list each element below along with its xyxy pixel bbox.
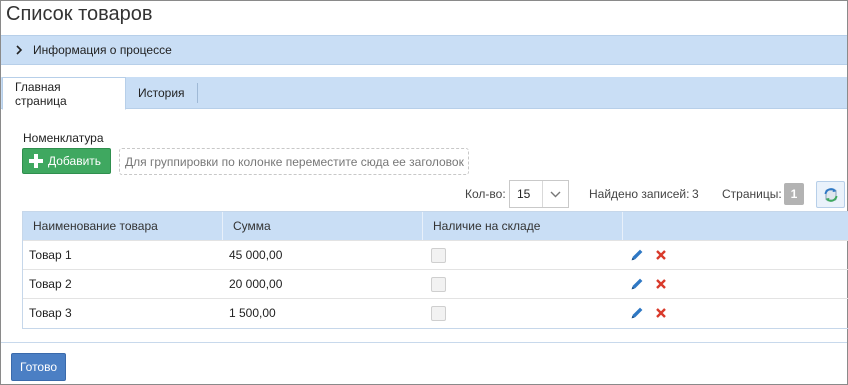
in-stock-checkbox[interactable] xyxy=(431,247,446,263)
items-table: Наименование товара Сумма Наличие на скл… xyxy=(22,211,848,329)
delete-cross-icon[interactable] xyxy=(655,249,667,261)
tab-main-page[interactable]: Главная страница xyxy=(2,77,126,110)
found-count: 3 xyxy=(692,187,699,201)
pager: Кол-во: 15 Найдено записей: 3 Страницы: … xyxy=(1,180,847,208)
nomenclature-label: Номенклатура xyxy=(23,131,104,145)
in-stock-checkbox[interactable] xyxy=(431,305,446,321)
cell-stock xyxy=(423,270,623,298)
chevron-right-icon xyxy=(15,45,25,55)
cell-name: Товар 1 xyxy=(29,248,72,262)
in-stock-checkbox[interactable] xyxy=(431,276,446,292)
pages-label: Страницы: xyxy=(722,187,782,201)
cell-sum: 20 000,00 xyxy=(229,277,283,291)
refresh-icon xyxy=(824,187,837,202)
current-page-number: 1 xyxy=(790,187,798,201)
found-label: Найдено записей: xyxy=(589,187,690,201)
table-row[interactable]: Товар 3 1 500,00 xyxy=(23,298,848,327)
table-row[interactable]: Товар 2 20 000,00 xyxy=(23,269,848,298)
delete-cross-icon[interactable] xyxy=(655,307,667,319)
row-actions xyxy=(623,270,848,298)
done-button-label: Готово xyxy=(19,360,58,374)
process-info-label: Информация о процессе xyxy=(33,43,172,57)
page-size-value: 15 xyxy=(517,187,531,201)
count-label: Кол-во: xyxy=(465,187,506,201)
group-by-drop-zone[interactable]: Для группировки по колонке переместите с… xyxy=(119,148,469,175)
chevron-down-icon[interactable] xyxy=(541,181,568,207)
cell-sum: 1 500,00 xyxy=(229,306,276,320)
edit-pencil-icon[interactable] xyxy=(629,247,645,263)
add-button-label: Добавить xyxy=(48,154,102,168)
column-header-sum[interactable]: Сумма xyxy=(223,212,423,240)
tab-history-label: История xyxy=(138,86,185,100)
app-window: Список товаров Информация о процессе Гла… xyxy=(0,0,848,385)
footer-divider xyxy=(1,342,847,343)
cell-sum: 45 000,00 xyxy=(229,248,283,262)
page-title: Список товаров xyxy=(6,3,153,25)
done-button[interactable]: Готово xyxy=(11,353,66,381)
edit-pencil-icon[interactable] xyxy=(629,305,645,321)
cell-name: Товар 3 xyxy=(29,306,72,320)
tab-history[interactable]: История xyxy=(126,83,198,103)
page-size-select[interactable]: 15 xyxy=(509,180,569,208)
plus-icon xyxy=(29,154,43,168)
row-actions xyxy=(623,299,848,327)
table-row[interactable]: Товар 1 45 000,00 xyxy=(23,240,848,269)
tab-main-page-label: Главная страница xyxy=(15,79,67,108)
cell-name: Товар 2 xyxy=(29,277,72,291)
delete-cross-icon[interactable] xyxy=(655,278,667,290)
column-header-stock[interactable]: Наличие на складе xyxy=(423,212,623,240)
cell-stock xyxy=(423,299,623,327)
add-button[interactable]: Добавить xyxy=(22,148,111,174)
column-header-actions xyxy=(623,212,848,240)
process-info-panel[interactable]: Информация о процессе xyxy=(1,35,847,65)
group-hint-text: Для группировки по колонке переместите с… xyxy=(125,154,464,169)
refresh-button[interactable] xyxy=(816,181,845,208)
table-header: Наименование товара Сумма Наличие на скл… xyxy=(23,212,848,240)
column-header-name[interactable]: Наименование товара xyxy=(23,212,223,240)
tab-bar: Главная страница История xyxy=(1,77,847,110)
row-actions xyxy=(623,241,848,269)
edit-pencil-icon[interactable] xyxy=(629,276,645,292)
current-page-button[interactable]: 1 xyxy=(784,183,804,205)
cell-stock xyxy=(423,241,623,269)
